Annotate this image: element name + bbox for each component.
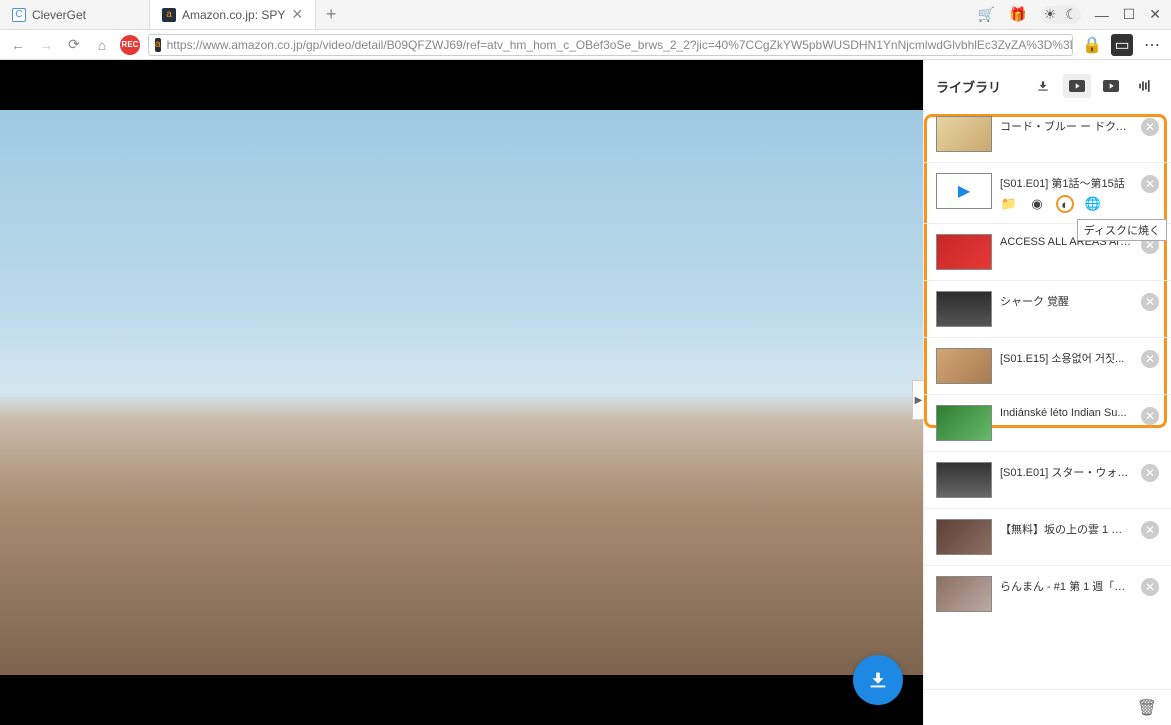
remove-item-button[interactable]: ✕ bbox=[1141, 407, 1159, 425]
close-window-button[interactable]: ✕ bbox=[1149, 6, 1161, 23]
sidebar-header: ライブラリ bbox=[924, 66, 1171, 106]
video-player[interactable] bbox=[0, 60, 923, 725]
item-actions: 📁 ◉ ◐ 🌐 bbox=[1000, 191, 1133, 213]
list-item[interactable]: シャーク 覚醒 ✕ bbox=[924, 281, 1171, 338]
list-item[interactable]: [S01.E15] 소용없어 거짓... ✕ bbox=[924, 338, 1171, 395]
tab-label: CleverGet bbox=[32, 8, 86, 22]
minimize-button[interactable]: — bbox=[1095, 7, 1109, 23]
collapse-sidebar-button[interactable]: ▶ bbox=[912, 380, 924, 420]
cleverget-icon: C bbox=[12, 8, 26, 22]
title-bar: C CleverGet a Amazon.co.jp: SPY ✕ + 🛒 🎁 … bbox=[0, 0, 1171, 30]
item-title: [S01.E01] スター・ウォーズ：... bbox=[1000, 462, 1133, 480]
list-item[interactable]: [S01.E01] スター・ウォーズ：... ✕ bbox=[924, 452, 1171, 509]
library-sidebar: ▶ ライブラリ コード・ブルー ー ドクターヘリ緊... ✕ ▶ [S01.E0… bbox=[923, 60, 1171, 725]
new-tab-button[interactable]: + bbox=[316, 0, 346, 29]
thumbnail bbox=[936, 348, 992, 384]
thumbnail bbox=[936, 291, 992, 327]
item-title: シャーク 覚醒 bbox=[1000, 291, 1133, 309]
thumbnail bbox=[936, 519, 992, 555]
theme-toggle[interactable]: ☀☾ bbox=[1041, 6, 1081, 24]
cart-icon[interactable]: 🛒 bbox=[978, 6, 995, 23]
thumbnail bbox=[936, 576, 992, 612]
window-controls: 🛒 🎁 ☀☾ — ☐ ✕ bbox=[968, 0, 1171, 29]
web-button[interactable]: 🌐 bbox=[1084, 195, 1102, 213]
remove-item-button[interactable]: ✕ bbox=[1141, 350, 1159, 368]
menu-button[interactable]: ⋯ bbox=[1141, 34, 1163, 56]
item-title: Indiánské léto Indian Su... bbox=[1000, 405, 1133, 419]
thumbnail: ▶ bbox=[936, 173, 992, 209]
list-item[interactable]: らんまん - #1 第 1 週「バイカ... ✕ bbox=[924, 566, 1171, 622]
library-list[interactable]: コード・ブルー ー ドクターヘリ緊... ✕ ▶ [S01.E01] 第1話～第… bbox=[924, 106, 1171, 689]
list-item[interactable]: ▶ [S01.E01] 第1話～第15話 📁 ◉ ◐ 🌐 ✕ ディスクに焼く bbox=[924, 163, 1171, 224]
gift-icon[interactable]: 🎁 bbox=[1009, 6, 1026, 23]
tab-cleverget[interactable]: C CleverGet bbox=[0, 0, 150, 29]
remove-item-button[interactable]: ✕ bbox=[1141, 578, 1159, 596]
video-frame bbox=[0, 110, 923, 675]
address-bar: ← → ⟳ ⌂ REC a https://www.amazon.co.jp/g… bbox=[0, 30, 1171, 60]
item-title: [S01.E15] 소용없어 거짓... bbox=[1000, 348, 1133, 366]
item-title: らんまん - #1 第 1 週「バイカ... bbox=[1000, 576, 1133, 594]
tab-amazon[interactable]: a Amazon.co.jp: SPY ✕ bbox=[150, 0, 316, 29]
forward-button[interactable]: → bbox=[36, 37, 56, 53]
downloads-tab-button[interactable] bbox=[1029, 74, 1057, 98]
remove-item-button[interactable]: ✕ bbox=[1141, 464, 1159, 482]
burn-disc-button[interactable]: ◐ bbox=[1056, 195, 1074, 213]
remove-item-button[interactable]: ✕ bbox=[1141, 175, 1159, 193]
video2-tab-button[interactable] bbox=[1097, 74, 1125, 98]
amazon-icon: a bbox=[155, 38, 161, 52]
record-button[interactable]: REC bbox=[120, 35, 140, 55]
trash-button[interactable]: 🗑 bbox=[1137, 698, 1157, 718]
amazon-icon: a bbox=[162, 8, 176, 22]
pip-icon[interactable]: ▭ bbox=[1111, 34, 1133, 56]
download-icon bbox=[867, 669, 889, 691]
video-tab-button[interactable] bbox=[1063, 74, 1091, 98]
tab-strip: C CleverGet a Amazon.co.jp: SPY ✕ + bbox=[0, 0, 968, 29]
content-area: ▶ ライブラリ コード・ブルー ー ドクターヘリ緊... ✕ ▶ [S01.E0… bbox=[0, 60, 1171, 725]
url-input[interactable]: a https://www.amazon.co.jp/gp/video/deta… bbox=[148, 34, 1073, 56]
item-title: 【無料】坂の上の雲 1 回 ... bbox=[1000, 519, 1133, 537]
audio-tab-button[interactable] bbox=[1131, 74, 1159, 98]
sidebar-title: ライブラリ bbox=[936, 77, 1023, 96]
thumbnail bbox=[936, 405, 992, 441]
lock-icon[interactable]: 🔒 bbox=[1081, 34, 1103, 56]
play-button[interactable]: ◉ bbox=[1028, 195, 1046, 213]
list-item[interactable]: 【無料】坂の上の雲 1 回 ... ✕ bbox=[924, 509, 1171, 566]
url-text: https://www.amazon.co.jp/gp/video/detail… bbox=[167, 38, 1073, 52]
maximize-button[interactable]: ☐ bbox=[1123, 6, 1136, 23]
list-item[interactable]: コード・ブルー ー ドクターヘリ緊... ✕ bbox=[924, 106, 1171, 163]
thumbnail bbox=[936, 116, 992, 152]
remove-item-button[interactable]: ✕ bbox=[1141, 521, 1159, 539]
home-button[interactable]: ⌂ bbox=[92, 37, 112, 53]
tab-label: Amazon.co.jp: SPY bbox=[182, 8, 285, 22]
list-item[interactable]: Indiánské léto Indian Su... ✕ bbox=[924, 395, 1171, 452]
item-title: [S01.E01] 第1話～第15話 bbox=[1000, 173, 1133, 191]
sidebar-footer: 🗑 bbox=[924, 689, 1171, 725]
remove-item-button[interactable]: ✕ bbox=[1141, 293, 1159, 311]
item-title: コード・ブルー ー ドクターヘリ緊... bbox=[1000, 116, 1133, 134]
reload-button[interactable]: ⟳ bbox=[64, 36, 84, 53]
thumbnail bbox=[936, 462, 992, 498]
download-button[interactable] bbox=[853, 655, 903, 705]
remove-item-button[interactable]: ✕ bbox=[1141, 118, 1159, 136]
tooltip: ディスクに焼く bbox=[1077, 219, 1167, 241]
close-tab-icon[interactable]: ✕ bbox=[291, 6, 303, 23]
open-folder-button[interactable]: 📁 bbox=[1000, 195, 1018, 213]
thumbnail bbox=[936, 234, 992, 270]
back-button[interactable]: ← bbox=[8, 37, 28, 53]
